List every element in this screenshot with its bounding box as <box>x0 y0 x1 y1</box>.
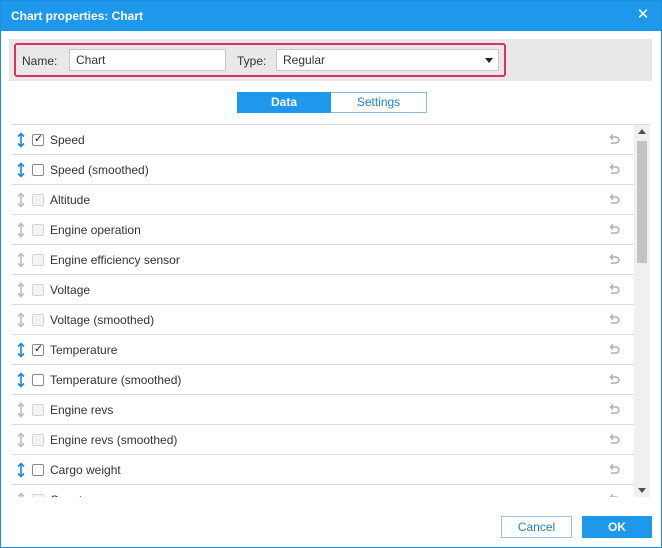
list-item-label: Speed <box>50 133 85 147</box>
reset-icon[interactable] <box>607 283 621 297</box>
name-input[interactable]: Chart <box>69 49 226 71</box>
list-item: Counter sensors <box>12 485 634 497</box>
drag-handle-icon[interactable] <box>16 222 26 238</box>
list-item-label: Speed (smoothed) <box>50 163 149 177</box>
reset-icon[interactable] <box>607 223 621 237</box>
list-item: Voltage (smoothed) <box>12 305 634 335</box>
ok-button[interactable]: OK <box>582 516 652 538</box>
tab-settings[interactable]: Settings <box>331 92 427 113</box>
item-checkbox[interactable] <box>32 434 44 446</box>
reset-icon[interactable] <box>607 343 621 357</box>
list-item-label: Engine efficiency sensor <box>50 253 180 267</box>
list-item-label: Voltage <box>50 283 91 297</box>
list-scrollbar[interactable] <box>634 125 650 497</box>
type-select[interactable]: Regular <box>276 49 499 71</box>
item-checkbox[interactable] <box>32 254 44 266</box>
item-checkbox[interactable] <box>32 224 44 236</box>
chart-properties-dialog: Chart properties: Chart ✕ Name: Chart Ty… <box>0 0 662 548</box>
drag-handle-icon[interactable] <box>16 432 26 448</box>
reset-icon[interactable] <box>607 463 621 477</box>
list-item-label: Engine revs (smoothed) <box>50 433 178 447</box>
list-item-label: Temperature (smoothed) <box>50 373 182 387</box>
drag-handle-icon[interactable] <box>16 372 26 388</box>
scroll-down-arrow-icon[interactable] <box>638 488 646 493</box>
data-series-list: ✓ Speed Speed (smoothed) Altitude Engine ope… <box>12 124 650 497</box>
list-item: Engine revs (smoothed) <box>12 425 634 455</box>
chevron-down-icon <box>485 58 493 63</box>
list-item-label: Cargo weight <box>50 463 121 477</box>
drag-handle-icon[interactable] <box>16 312 26 328</box>
list-item: Voltage <box>12 275 634 305</box>
list-item-label: Engine revs <box>50 403 114 417</box>
reset-icon[interactable] <box>607 163 621 177</box>
type-select-value: Regular <box>283 53 326 67</box>
type-label: Type: <box>237 54 267 68</box>
list-item-label: Voltage (smoothed) <box>50 313 155 327</box>
scrollbar-thumb[interactable] <box>637 141 647 263</box>
item-checkbox[interactable] <box>32 164 44 176</box>
list-item: Engine efficiency sensor <box>12 245 634 275</box>
list-item: Altitude <box>12 185 634 215</box>
tab-data[interactable]: Data <box>237 92 331 113</box>
drag-handle-icon[interactable] <box>16 342 26 358</box>
name-label: Name: <box>22 54 58 68</box>
list-item: Engine operation <box>12 215 634 245</box>
drag-handle-icon[interactable] <box>16 402 26 418</box>
list-item-label: Temperature <box>50 343 118 357</box>
checkmark-icon: ✓ <box>34 343 44 355</box>
item-checkbox[interactable] <box>32 374 44 386</box>
reset-icon[interactable] <box>607 493 621 497</box>
checkmark-icon: ✓ <box>34 133 44 145</box>
list-item: Cargo weight <box>12 455 634 485</box>
dialog-title: Chart properties: Chart <box>11 9 144 23</box>
item-checkbox[interactable] <box>32 284 44 296</box>
reset-icon[interactable] <box>607 313 621 327</box>
reset-icon[interactable] <box>607 253 621 267</box>
reset-icon[interactable] <box>607 193 621 207</box>
drag-handle-icon[interactable] <box>16 282 26 298</box>
item-checkbox[interactable] <box>32 464 44 476</box>
item-checkbox[interactable] <box>32 194 44 206</box>
dialog-titlebar: Chart properties: Chart ✕ <box>1 1 661 31</box>
reset-icon[interactable] <box>607 133 621 147</box>
drag-handle-icon[interactable] <box>16 492 26 497</box>
reset-icon[interactable] <box>607 403 621 417</box>
drag-handle-icon[interactable] <box>16 162 26 178</box>
drag-handle-icon[interactable] <box>16 252 26 268</box>
list-item: ✓ Temperature <box>12 335 634 365</box>
drag-handle-icon[interactable] <box>16 132 26 148</box>
item-checkbox[interactable]: ✓ <box>32 133 44 146</box>
cancel-button[interactable]: Cancel <box>501 516 572 538</box>
item-checkbox[interactable]: ✓ <box>32 343 44 356</box>
list-item: Temperature (smoothed) <box>12 365 634 395</box>
properties-bar: Name: Chart Type: Regular <box>9 39 652 81</box>
list-item-label: Altitude <box>50 193 91 207</box>
list-item-label: Engine operation <box>50 223 141 237</box>
list-item: Speed (smoothed) <box>12 155 634 185</box>
item-checkbox[interactable] <box>32 494 44 497</box>
list-item: Engine revs <box>12 395 634 425</box>
close-icon[interactable]: ✕ <box>635 7 651 23</box>
reset-icon[interactable] <box>607 433 621 447</box>
item-checkbox[interactable] <box>32 314 44 326</box>
list-item-label: Counter sensors <box>50 493 138 497</box>
drag-handle-icon[interactable] <box>16 192 26 208</box>
scroll-up-arrow-icon[interactable] <box>638 129 646 134</box>
list-item: ✓ Speed <box>12 125 634 155</box>
drag-handle-icon[interactable] <box>16 462 26 478</box>
item-checkbox[interactable] <box>32 404 44 416</box>
reset-icon[interactable] <box>607 373 621 387</box>
